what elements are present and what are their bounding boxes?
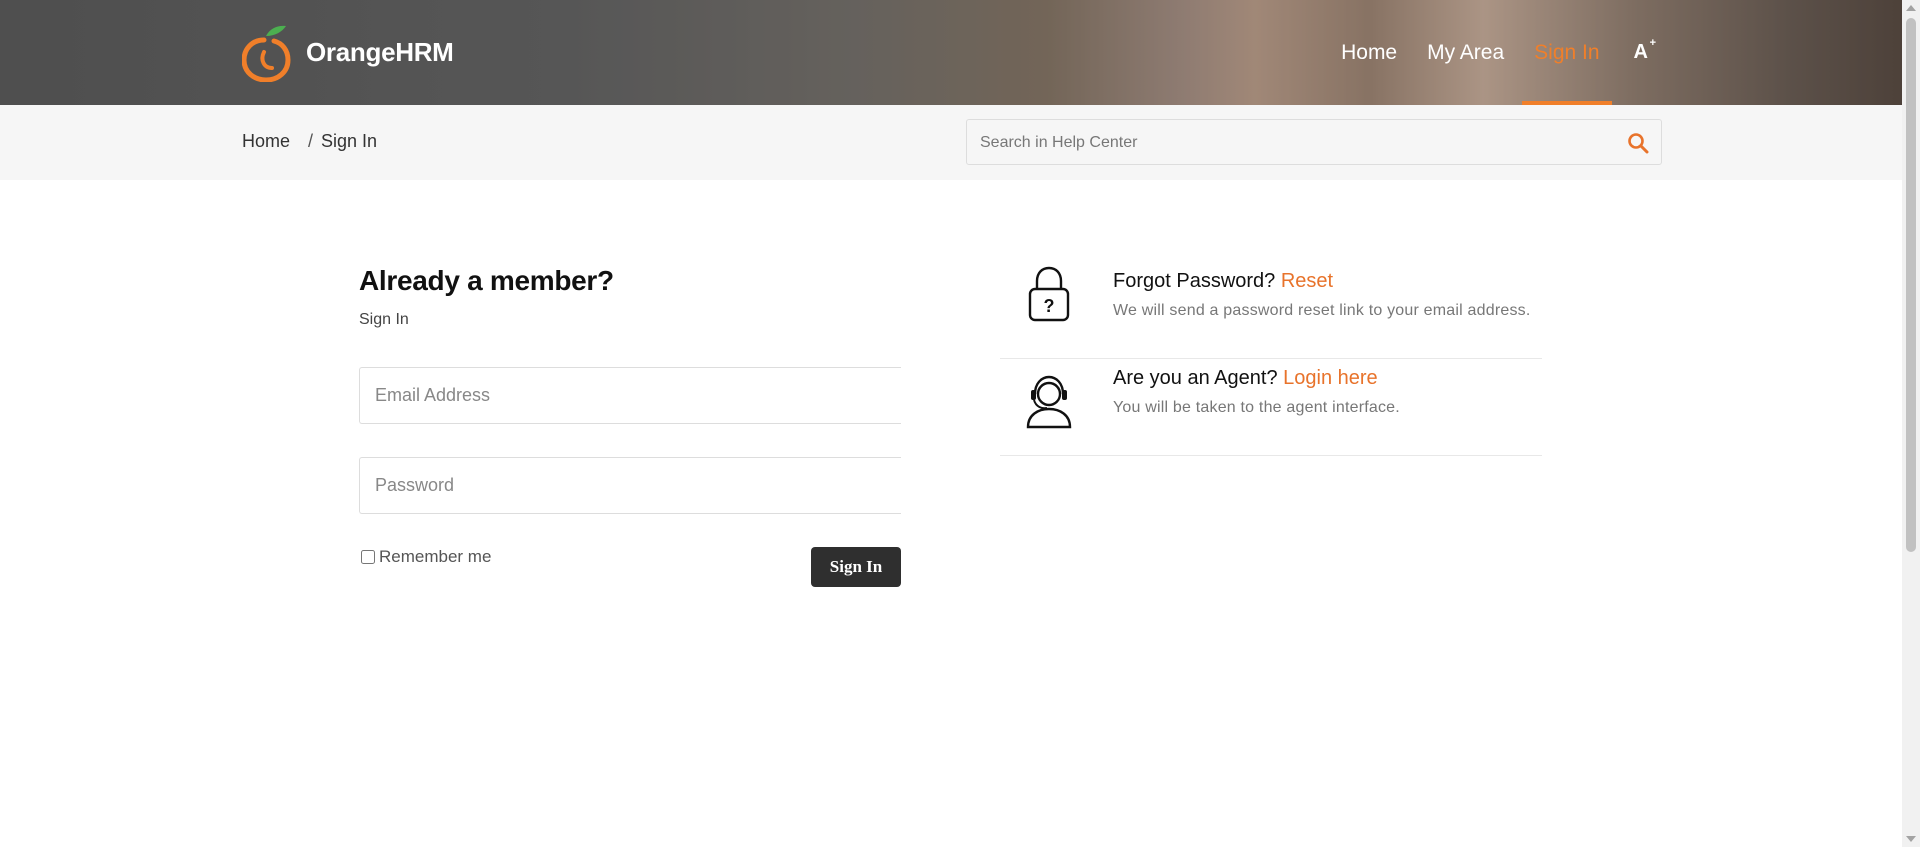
remember-me[interactable]: Remember me [361,547,491,567]
font-size-toggle[interactable]: A + [1633,37,1656,64]
svg-text:?: ? [1044,296,1055,316]
agent-login-link[interactable]: Login here [1283,367,1378,389]
search-box [966,119,1662,166]
breadcrumb-home[interactable]: Home [242,131,290,152]
form-subtitle: Sign In [359,311,409,328]
agent-login-title: Are you an Agent? Login here [1113,367,1378,390]
nav-home[interactable]: Home [1341,0,1397,105]
nav-my-area[interactable]: My Area [1427,0,1504,105]
scrollbar[interactable] [1902,0,1920,847]
reset-link[interactable]: Reset [1281,270,1333,292]
brand[interactable]: OrangeHRM [242,22,454,82]
search-input[interactable] [967,120,1602,166]
font-size-plus: + [1649,37,1656,49]
main-nav: Home My Area Sign In A + [1311,0,1656,105]
forgot-password-question: Forgot Password? [1113,270,1276,292]
breadcrumb-current: Sign In [321,131,378,151]
brand-name: OrangeHRM [306,36,454,67]
remember-me-label: Remember me [379,547,492,566]
breadcrumb-bar: Home / Sign In [0,105,1902,180]
scroll-up-arrow-icon[interactable] [1906,5,1916,11]
agent-login-desc: You will be taken to the agent interface… [1113,399,1400,416]
breadcrumb-separator: / [308,131,314,151]
agent-question: Are you an Agent? [1113,367,1278,389]
help-links: ? Forgot Password? Reset We will send a … [1000,262,1542,456]
forgot-password-title: Forgot Password? Reset [1113,270,1333,293]
nav-sign-in[interactable]: Sign In [1522,0,1613,105]
search-icon[interactable] [1627,132,1649,154]
padlock-icon: ? [1028,266,1070,322]
scrollbar-thumb[interactable] [1906,18,1916,552]
scroll-down-arrow-icon[interactable] [1906,836,1916,842]
form-title: Already a member? [359,265,614,296]
breadcrumb: Home / Sign In [242,131,377,152]
remember-me-checkbox[interactable] [361,550,375,564]
header-banner: OrangeHRM Home My Area Sign In A + [0,0,1902,105]
forgot-password-item: ? Forgot Password? Reset We will send a … [1000,262,1542,359]
font-size-icon: A [1633,41,1648,63]
sign-in-form: Already a member? Sign In Remember me Si… [359,265,901,587]
sign-in-button[interactable]: Sign In [811,547,901,587]
password-field[interactable] [359,457,901,514]
email-field[interactable] [359,367,901,424]
agent-login-item: Are you an Agent? Login here You will be… [1000,359,1542,456]
forgot-password-desc: We will send a password reset link to yo… [1113,302,1531,319]
orange-logo-icon [242,25,291,82]
headset-agent-icon [1026,375,1072,429]
